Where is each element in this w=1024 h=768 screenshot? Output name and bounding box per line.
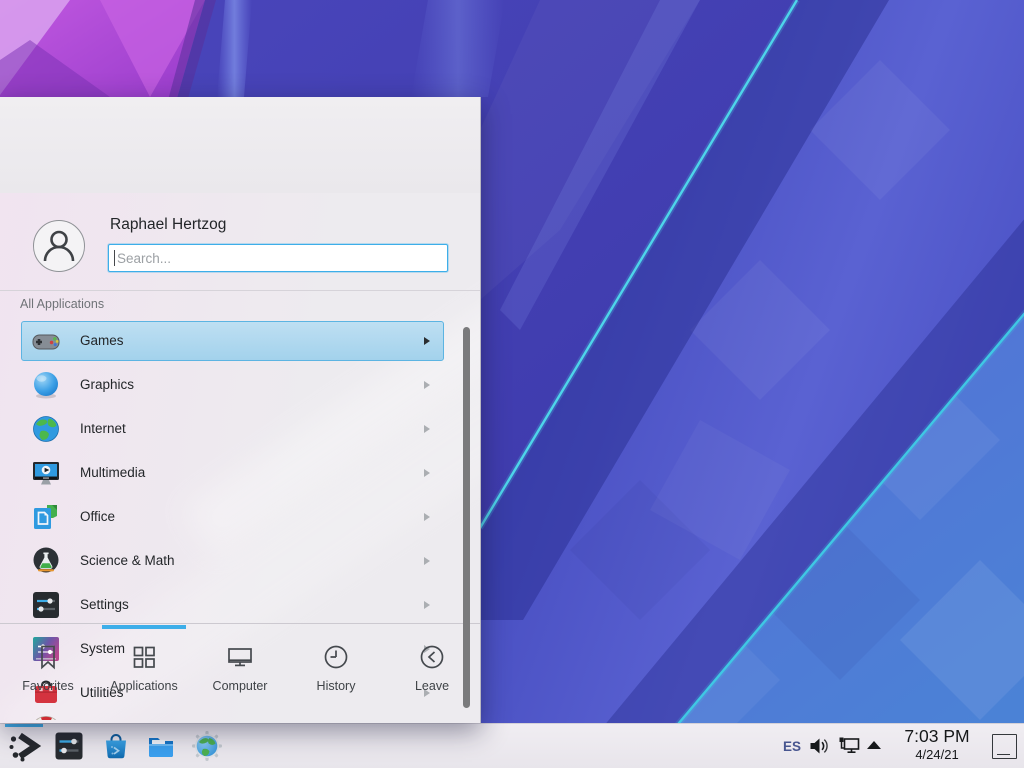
submenu-arrow-icon — [424, 557, 430, 565]
science-icon — [30, 545, 62, 577]
application-launcher-menu: Raphael Hertzog All Applications Games — [0, 97, 481, 723]
konqueror-icon[interactable] — [191, 730, 223, 762]
divider — [0, 623, 480, 624]
show-desktop-button[interactable] — [992, 734, 1017, 759]
clock-date: 4/24/21 — [891, 747, 983, 763]
category-label: Science & Math — [80, 553, 175, 568]
tab-applications[interactable]: Applications — [96, 630, 192, 720]
tab-computer[interactable]: Computer — [192, 630, 288, 720]
category-internet[interactable]: Internet — [21, 409, 444, 449]
games-icon — [30, 325, 62, 357]
tab-label: History — [288, 679, 384, 693]
tab-favorites[interactable]: Favorites — [0, 630, 96, 720]
digital-clock[interactable]: 7:03 PM 4/24/21 — [891, 726, 983, 766]
submenu-arrow-icon — [424, 601, 430, 609]
category-label: Office — [80, 509, 115, 524]
tab-label: Applications — [96, 679, 192, 693]
kickoff-launcher-icon[interactable] — [7, 729, 41, 763]
active-task-indicator — [5, 724, 43, 727]
category-label: Multimedia — [80, 465, 145, 480]
menu-tab-bar: Favorites Applications Computer — [0, 630, 480, 723]
category-settings[interactable]: Settings — [21, 585, 444, 625]
submenu-arrow-icon — [424, 513, 430, 521]
taskbar-panel: ES 7:03 PM 4/24/21 — [0, 723, 1024, 768]
active-tab-indicator — [102, 625, 186, 629]
user-avatar[interactable] — [33, 220, 85, 272]
expand-tray-icon[interactable] — [867, 741, 881, 749]
category-games[interactable]: Games — [21, 321, 444, 361]
multimedia-icon — [30, 457, 62, 489]
favorites-icon — [33, 642, 63, 672]
menu-header — [0, 97, 480, 193]
leave-icon — [417, 642, 447, 672]
keyboard-layout-indicator[interactable]: ES — [779, 732, 805, 761]
internet-icon — [30, 413, 62, 445]
category-office[interactable]: Office — [21, 497, 444, 537]
category-label: Graphics — [80, 377, 134, 392]
applications-icon — [129, 642, 159, 672]
category-graphics[interactable]: Graphics — [21, 365, 444, 405]
network-icon[interactable] — [838, 735, 862, 762]
office-icon — [30, 501, 62, 533]
category-label: Games — [80, 333, 124, 348]
graphics-icon — [30, 369, 62, 401]
submenu-arrow-icon — [424, 469, 430, 477]
divider — [0, 290, 480, 291]
tab-label: Computer — [192, 679, 288, 693]
search-field[interactable] — [108, 244, 448, 272]
category-science[interactable]: Science & Math — [21, 541, 444, 581]
dolphin-icon[interactable] — [145, 730, 177, 762]
tab-label: Favorites — [0, 679, 96, 693]
user-icon — [34, 221, 84, 271]
section-label: All Applications — [20, 297, 104, 311]
search-input[interactable] — [115, 246, 439, 270]
history-icon — [321, 642, 351, 672]
submenu-arrow-icon — [424, 425, 430, 433]
tab-history[interactable]: History — [288, 630, 384, 720]
clock-time: 7:03 PM — [891, 726, 983, 747]
computer-icon — [225, 642, 255, 672]
category-label: Settings — [80, 597, 129, 612]
submenu-arrow-icon — [424, 381, 430, 389]
scrollbar[interactable] — [463, 327, 470, 708]
category-label: Internet — [80, 421, 126, 436]
category-multimedia[interactable]: Multimedia — [21, 453, 444, 493]
submenu-arrow-icon — [424, 337, 430, 345]
show-desktop-glyph — [997, 754, 1010, 755]
settings-icon — [30, 589, 62, 621]
system-settings-icon[interactable] — [53, 730, 85, 762]
user-name: Raphael Hertzog — [110, 216, 226, 234]
volume-icon[interactable] — [808, 735, 830, 762]
discover-icon[interactable] — [100, 730, 132, 762]
